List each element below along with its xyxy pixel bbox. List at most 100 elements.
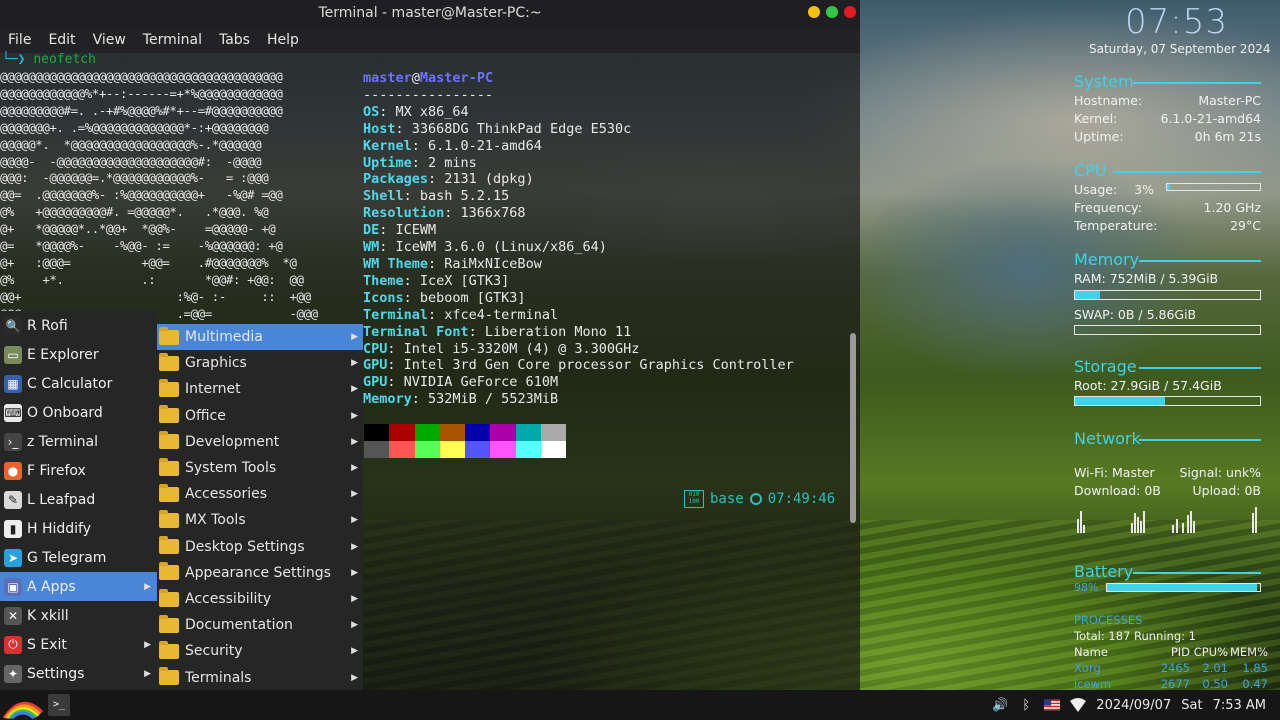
maximize-button[interactable] [826, 6, 838, 18]
apps-category-label: Appearance Settings [185, 564, 331, 581]
wifi-row: Wi-Fi: Master Signal: unk% [1074, 465, 1261, 480]
network-activity-mark [1190, 511, 1192, 533]
start-menu-item-exit[interactable]: ⏻ S Exit ▶ [0, 630, 157, 659]
submenu-arrow-icon: ▶ [351, 332, 358, 342]
wifi-icon[interactable] [1070, 697, 1087, 713]
volume-icon[interactable]: 🔊 [992, 697, 1008, 713]
apps-category-development[interactable]: Development ▶ [157, 429, 363, 455]
start-button-rainbow-icon[interactable] [0, 690, 44, 720]
calculator-icon: ▦ [4, 374, 22, 393]
cpu-temperature-row: Temperature: 29°C [1074, 218, 1261, 233]
hiddify-icon: ▮ [4, 519, 22, 538]
process-cell: 2.01 [1202, 661, 1228, 675]
process-row: Xorg 2465 2.01 1.85 [1074, 660, 1268, 676]
network-activity-mark [1143, 511, 1145, 533]
separator: ---------------- [363, 86, 494, 103]
apps-category-multimedia[interactable]: Multimedia ▶ [157, 324, 363, 350]
color-swatch [515, 441, 541, 458]
apps-category-label: Graphics [185, 355, 247, 372]
apps-category-desktop-settings[interactable]: Desktop Settings ▶ [157, 534, 363, 560]
submenu-arrow-icon: ▶ [351, 358, 358, 369]
taskbar-time[interactable]: 7:53 AM [1213, 698, 1266, 713]
conky-clock: 07:53 [1125, 2, 1228, 42]
apps-category-label: Multimedia [185, 329, 263, 345]
start-menu-item-explorer[interactable]: ▭ E Explorer [0, 340, 157, 369]
start-menu-item-apps[interactable]: ▣ A Apps ▶ [0, 572, 157, 601]
ascii-line: @@@@@@@@@@@@@@@@@@@@@@@@@@@@@@@@@@@@@@@@ [0, 69, 283, 84]
menu-view[interactable]: View [93, 32, 135, 48]
uptime-row: Uptime: 0h 6m 21s [1074, 129, 1261, 144]
start-menu-item-settings[interactable]: ✦ Settings ▶ [0, 659, 157, 688]
start-menu-item-terminal[interactable]: ›_ z Terminal [0, 427, 157, 456]
total-label: Total: [1074, 629, 1105, 643]
menu-help[interactable]: Help [267, 32, 308, 48]
info-value: : RaiMxNIceBow [428, 255, 542, 272]
apps-category-accessories[interactable]: Accessories ▶ [157, 481, 363, 507]
apps-category-label: Accessories [185, 486, 268, 503]
network-activity-mark [1193, 521, 1195, 533]
terminal-scrollbar[interactable] [848, 53, 858, 690]
start-menu-item-hiddify[interactable]: ▮ H Hiddify [0, 514, 157, 543]
color-palette [364, 424, 566, 458]
window-controls [808, 6, 856, 18]
folder-icon [159, 588, 179, 607]
apps-category-label: Internet [185, 381, 241, 398]
menu-edit[interactable]: Edit [48, 32, 84, 48]
network-activity-mark [1077, 519, 1079, 533]
window-titlebar[interactable]: Terminal - master@Master-PC:~ [0, 0, 860, 27]
info-key: CPU [363, 340, 388, 357]
scrollbar-thumb[interactable] [850, 333, 856, 523]
taskbar-day[interactable]: Sat [1181, 698, 1202, 713]
bluetooth-icon[interactable]: ᛒ [1018, 697, 1034, 713]
start-menu-item-label: L Leafpad [27, 491, 96, 508]
taskbar-terminal-icon[interactable]: >_ [48, 694, 70, 716]
color-swatch [389, 441, 415, 458]
info-key: Icons [363, 289, 404, 306]
memory-divider [1139, 260, 1261, 262]
menu-terminal[interactable]: Terminal [143, 32, 211, 48]
menu-file[interactable]: File [8, 32, 40, 48]
minimize-button[interactable] [808, 6, 820, 18]
close-button[interactable] [844, 6, 856, 18]
apps-category-appearance-settings[interactable]: Appearance Settings ▶ [157, 560, 363, 586]
start-menu-item-calculator[interactable]: ▦ C Calculator [0, 369, 157, 398]
settings-icon: ✦ [4, 664, 22, 683]
cpu-frequency-row: Frequency: 1.20 GHz [1074, 200, 1261, 215]
start-menu-item-onboard[interactable]: ⌨ O Onboard [0, 398, 157, 427]
network-activity-mark [1134, 513, 1136, 533]
apps-category-office[interactable]: Office ▶ [157, 403, 363, 429]
folder-icon [159, 378, 179, 397]
apps-category-documentation[interactable]: Documentation ▶ [157, 612, 363, 638]
menu-tabs[interactable]: Tabs [219, 32, 259, 48]
start-menu-item-leafpad[interactable]: ✎ L Leafpad [0, 485, 157, 514]
info-row: DE: ICEWM [363, 222, 794, 239]
start-menu-item-firefox[interactable]: ● F Firefox [0, 456, 157, 485]
apps-category-security[interactable]: Security ▶ [157, 638, 363, 664]
apps-category-internet[interactable]: Internet ▶ [157, 376, 363, 402]
ram-value: RAM: 752MiB / 5.39GiB [1074, 271, 1219, 286]
start-menu-item-rofi[interactable]: 🔍 R Rofi [0, 311, 157, 340]
network-activity-mark [1172, 525, 1174, 533]
network-activity-mark [1255, 507, 1257, 533]
traffic-row: Download: 0B Upload: 0B [1074, 483, 1261, 498]
apps-category-mx-tools[interactable]: MX Tools ▶ [157, 507, 363, 533]
apps-category-graphics[interactable]: Graphics ▶ [157, 350, 363, 376]
info-key: Theme [363, 272, 404, 289]
ascii-line: @% +@@@@@@@@@#. =@@@@@*. .*@@@. %@ [0, 204, 269, 220]
taskbar-date[interactable]: 2024/09/07 [1096, 698, 1171, 713]
submenu-arrow-icon: ▶ [351, 620, 358, 631]
apps-category-terminals[interactable]: Terminals ▶ [157, 665, 363, 691]
ascii-line: @@+ :%@- :- :: +@@ [0, 288, 311, 304]
info-row: Shell: bash 5.2.15 [363, 188, 794, 205]
file-manager-icon: ▭ [4, 345, 22, 364]
kernel-row: Kernel: 6.1.0-21-amd64 [1074, 111, 1261, 126]
apps-category-system-tools[interactable]: System Tools ▶ [157, 455, 363, 481]
us-flag-keyboard-icon[interactable] [1044, 697, 1061, 713]
info-row: Memory: 532MiB / 5523MiB [363, 391, 794, 408]
info-row: Icons: beboom [GTK3] [363, 290, 794, 307]
apps-category-accessibility[interactable]: Accessibility ▶ [157, 586, 363, 612]
start-menu-item-xkill[interactable]: ✕ K xkill [0, 601, 157, 630]
start-menu-item-telegram[interactable]: ➤ G Telegram [0, 543, 157, 572]
info-value: : 532MiB / 5523MiB [411, 391, 559, 408]
ascii-line: @@@@@*. *@@@@@@@@@@@@@@@@@%-.*@@@@@@ [0, 136, 262, 152]
